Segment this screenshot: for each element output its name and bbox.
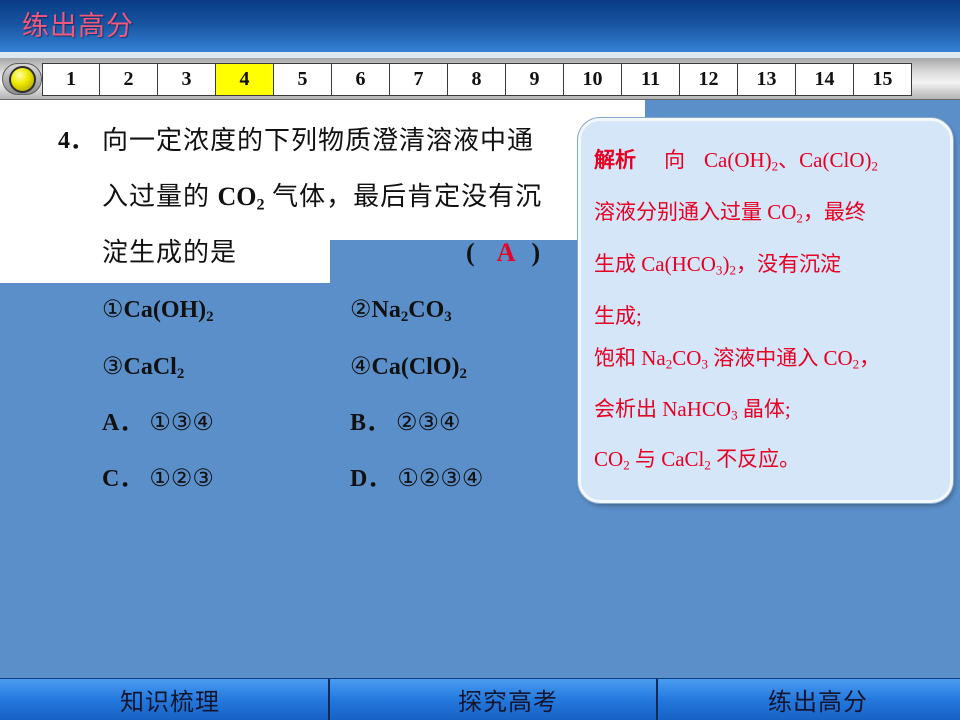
option-3: ③CaCl2 bbox=[102, 352, 184, 382]
option-label: ② bbox=[350, 297, 372, 323]
explanation-text: 与 CaCl bbox=[629, 447, 705, 471]
explanation-line-4: 生成; bbox=[594, 302, 642, 330]
explanation-line-5: 饱和 Na2CO3 溶液中通入 CO2， bbox=[594, 344, 880, 372]
explanation-text: ， bbox=[859, 346, 881, 370]
page-button-15[interactable]: 15 bbox=[854, 63, 912, 96]
page-number-list: 1 2 3 4 5 6 7 8 9 10 11 12 13 14 15 bbox=[42, 63, 912, 96]
question-number: 4． bbox=[58, 128, 94, 154]
explanation-text: ，没有沉淀 bbox=[735, 252, 841, 276]
explanation-text: 不反应。 bbox=[710, 447, 801, 471]
choice-a: A． ①③④ bbox=[102, 408, 214, 438]
option-label: ③ bbox=[102, 354, 124, 380]
explanation-text: 晶体; bbox=[737, 397, 791, 421]
question-text: 气体，最后肯定没有沉 bbox=[264, 182, 543, 211]
choice-value: ①②③ bbox=[149, 466, 214, 492]
explanation-line-2: 溶液分别通入过量 CO2，最终 bbox=[594, 198, 866, 226]
option-formula: Na bbox=[371, 297, 401, 323]
question-line-1: 向一定浓度的下列物质澄清溶液中通 bbox=[102, 126, 535, 155]
tab-practice-score[interactable]: 练出高分 bbox=[656, 679, 960, 720]
page-button-5[interactable]: 5 bbox=[274, 63, 332, 96]
page-button-13[interactable]: 13 bbox=[738, 63, 796, 96]
nav-home-button[interactable] bbox=[2, 63, 42, 95]
option-2: ②Na2CO3 bbox=[350, 295, 452, 325]
subscript: 2 bbox=[206, 309, 214, 326]
choice-letter: A． bbox=[102, 410, 144, 436]
knob-icon bbox=[9, 66, 36, 93]
option-label: ④ bbox=[350, 354, 372, 380]
subscript: 2 bbox=[176, 366, 185, 383]
explanation-line-3: 生成 Ca(HCO3)2，没有沉淀 bbox=[594, 250, 841, 278]
option-label: ① bbox=[102, 297, 124, 323]
option-formula: CaCl bbox=[123, 354, 177, 380]
subscript: 3 bbox=[444, 309, 452, 326]
answer-blank: ( A) bbox=[466, 238, 540, 268]
header-bar: 练出高分 bbox=[0, 0, 960, 52]
choice-d: D． ①②③④ bbox=[350, 464, 483, 494]
question-line-2: 入过量的 CO2 气体，最后肯定没有沉 bbox=[102, 182, 543, 214]
option-1: ①Ca(OH)2 bbox=[102, 295, 214, 325]
explanation-text: 、Ca(ClO) bbox=[778, 148, 872, 172]
explanation-line-7: CO2 与 CaCl2 不反应。 bbox=[594, 445, 800, 473]
bottom-navigation: 知识梳理 探究高考 练出高分 bbox=[0, 678, 960, 720]
explanation-text: 生成 Ca(HCO bbox=[594, 252, 716, 276]
choice-letter: B． bbox=[350, 410, 391, 436]
option-formula: Ca(ClO) bbox=[371, 354, 460, 380]
question-text: 入过量的 bbox=[102, 182, 218, 211]
answer-close-paren: ) bbox=[531, 238, 541, 267]
explanation-line-6: 会析出 NaHCO3 晶体; bbox=[594, 395, 791, 423]
choice-b: B． ②③④ bbox=[350, 408, 461, 438]
page-button-14[interactable]: 14 bbox=[796, 63, 854, 96]
choice-value: ①③④ bbox=[149, 410, 214, 436]
page-button-1[interactable]: 1 bbox=[42, 63, 100, 96]
page-button-10[interactable]: 10 bbox=[564, 63, 622, 96]
slide-navigation: 1 2 3 4 5 6 7 8 9 10 11 12 13 14 15 bbox=[0, 58, 960, 100]
page-button-8[interactable]: 8 bbox=[448, 63, 506, 96]
page-button-12[interactable]: 12 bbox=[680, 63, 738, 96]
page-button-7[interactable]: 7 bbox=[390, 63, 448, 96]
choice-letter: D． bbox=[350, 466, 392, 492]
choice-value: ①②③④ bbox=[397, 466, 484, 492]
subscript: 2 bbox=[256, 196, 265, 214]
formula-text: CO bbox=[217, 182, 257, 211]
explanation-text: CO bbox=[594, 447, 624, 471]
explanation-text: Ca(OH) bbox=[704, 148, 772, 172]
explanation-line-1: 解析向 Ca(OH)2、Ca(ClO)2 bbox=[594, 146, 878, 174]
page-button-11[interactable]: 11 bbox=[622, 63, 680, 96]
choice-value: ②③④ bbox=[396, 410, 461, 436]
explanation-panel: 解析向 Ca(OH)2、Ca(ClO)2 溶液分别通入过量 CO2，最终 生成 C… bbox=[578, 118, 953, 503]
explanation-text: 向 bbox=[664, 148, 685, 172]
section-title: 练出高分 bbox=[22, 11, 134, 42]
choice-letter: C． bbox=[102, 466, 144, 492]
explanation-text: 饱和 Na bbox=[594, 346, 666, 370]
explanation-text: CO bbox=[672, 346, 702, 370]
question-backdrop bbox=[0, 100, 645, 240]
subscript: 2 bbox=[459, 366, 467, 383]
page-button-9[interactable]: 9 bbox=[506, 63, 564, 96]
explanation-heading: 解析 bbox=[594, 148, 636, 172]
choice-c: C． ①②③ bbox=[102, 464, 214, 494]
subscript: 2 bbox=[871, 158, 879, 174]
question-line-3: 淀生成的是 bbox=[102, 238, 238, 267]
page-button-2[interactable]: 2 bbox=[100, 63, 158, 96]
page-button-4[interactable]: 4 bbox=[216, 63, 274, 96]
option-4: ④Ca(ClO)2 bbox=[350, 352, 467, 382]
explanation-text: 溶液中通入 CO bbox=[707, 346, 853, 370]
tab-knowledge-review[interactable]: 知识梳理 bbox=[0, 679, 328, 720]
answer-value: A bbox=[496, 238, 516, 267]
explanation-text: 生成; bbox=[594, 304, 642, 328]
tab-explore-exam[interactable]: 探究高考 bbox=[328, 679, 656, 720]
option-formula: Ca(OH) bbox=[123, 297, 207, 323]
page-button-3[interactable]: 3 bbox=[158, 63, 216, 96]
page-button-6[interactable]: 6 bbox=[332, 63, 390, 96]
explanation-text: 会析出 NaHCO bbox=[594, 397, 732, 421]
option-formula: CO bbox=[408, 297, 445, 323]
explanation-text: ，最终 bbox=[802, 200, 866, 224]
explanation-text: 溶液分别通入过量 CO bbox=[594, 200, 797, 224]
answer-open-paren: ( bbox=[466, 238, 475, 267]
